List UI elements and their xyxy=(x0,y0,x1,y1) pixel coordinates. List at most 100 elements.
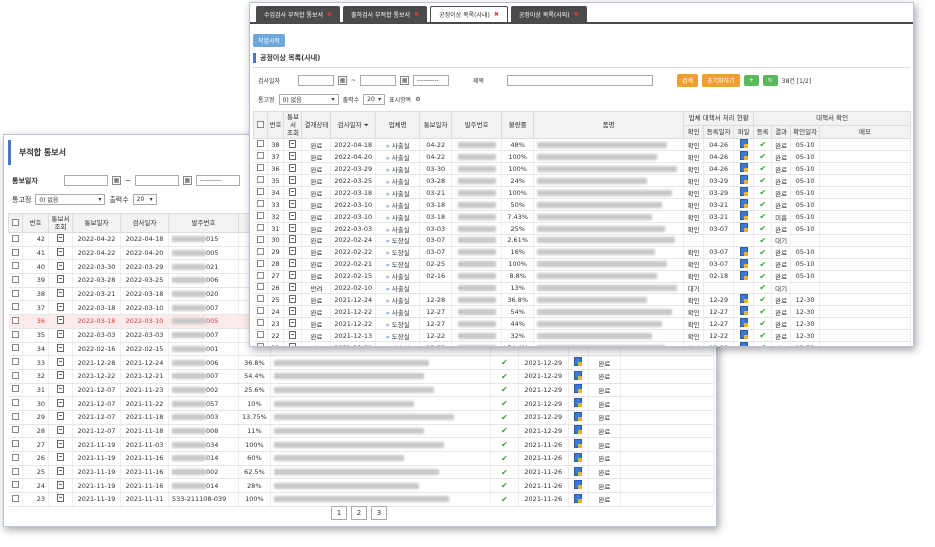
row-checkbox[interactable] xyxy=(256,176,264,183)
start-button[interactable]: 작업시작 xyxy=(253,34,286,47)
table-row[interactable]: 31 2021-12-07 2021-11-23 002 25.6% ✔ 2021-12-2… xyxy=(8,383,715,398)
count-select[interactable]: 20 ▾ xyxy=(363,94,386,105)
row-checkbox[interactable] xyxy=(256,224,264,231)
document-icon[interactable] xyxy=(57,316,64,325)
document-icon[interactable] xyxy=(57,480,64,489)
file-icon[interactable] xyxy=(739,258,748,268)
date-to-input[interactable] xyxy=(360,75,397,86)
table-row[interactable]: 33 완료 2022-03-10» 사출실 03-18 50% 확인 03-21 ✔ 완료 05-… xyxy=(253,198,911,211)
row-checkbox[interactable] xyxy=(11,248,19,256)
document-icon[interactable] xyxy=(289,235,297,244)
table-row[interactable]: 27 2021-11-19 2021-11-03 034 100% ✔ 2021-11-26… xyxy=(8,437,715,452)
file-icon[interactable] xyxy=(739,318,748,327)
document-icon[interactable] xyxy=(57,412,64,421)
file-icon[interactable] xyxy=(574,425,583,435)
row-checkbox[interactable] xyxy=(256,295,264,302)
select-all-checkbox[interactable] xyxy=(256,120,264,128)
close-icon[interactable]: ✖ xyxy=(327,11,332,18)
row-checkbox[interactable] xyxy=(256,235,264,243)
file-icon[interactable] xyxy=(574,370,583,380)
row-checkbox[interactable] xyxy=(11,330,19,338)
row-checkbox[interactable] xyxy=(11,303,19,311)
row-checkbox[interactable] xyxy=(11,426,19,434)
table-row[interactable]: 29 완료 2022-02-22» 도장실 03-07 16% 확인 03-07 ✔ 완료 05-… xyxy=(253,246,911,259)
table-row[interactable]: 34 완료 2022-03-18» 사출실 03-21 100% 확인 03-29 ✔ 완료 05… xyxy=(253,186,911,199)
tab-2[interactable]: 출하검사 부적합 통보서 ✖ xyxy=(343,6,428,22)
file-icon[interactable] xyxy=(739,187,748,196)
table-row[interactable]: 29 2021-12-07 2021-11-18 003 13.75% ✔ 2021-12-… xyxy=(8,410,715,425)
table-row[interactable]: 32 완료 2022-03-10» 사출실 03-18 7.43% 확인 03-21 ✔ 미흡 0… xyxy=(253,210,911,223)
table-row[interactable]: 32 2021-12-22 2021-12-21 007 54.4% ✔ 2021-12-2… xyxy=(8,369,715,384)
document-icon[interactable] xyxy=(289,187,297,196)
document-icon[interactable] xyxy=(57,453,64,462)
file-icon[interactable] xyxy=(739,294,748,303)
row-checkbox[interactable] xyxy=(256,319,264,326)
document-icon[interactable] xyxy=(289,199,297,208)
row-checkbox[interactable] xyxy=(256,343,264,346)
row-checkbox[interactable] xyxy=(11,440,19,448)
file-icon[interactable] xyxy=(739,139,748,148)
table-row[interactable]: 28 2021-12-07 2021-11-18 008 11% ✔ 2021-12-29 완… xyxy=(8,424,715,439)
close-icon[interactable]: ✖ xyxy=(574,11,579,18)
table-row[interactable]: 21완료2021-12-21» 사출실12-2254.4%확인12-29✔완료1… xyxy=(253,341,911,346)
file-icon[interactable] xyxy=(739,270,748,280)
document-icon[interactable] xyxy=(57,357,64,366)
row-checkbox[interactable] xyxy=(11,399,19,407)
file-icon[interactable] xyxy=(739,199,748,208)
file-icon[interactable] xyxy=(574,411,583,421)
calendar-icon[interactable]: ▦ xyxy=(112,176,121,185)
filter-icon[interactable]: ⏷ xyxy=(364,121,369,129)
close-icon[interactable]: ✖ xyxy=(414,11,419,18)
document-icon[interactable] xyxy=(57,398,64,407)
row-checkbox[interactable] xyxy=(11,371,19,379)
table-row[interactable]: 35 완료 2022-03-25» 사출실 03-28 24% 확인 03-29 ✔ 완료 05-… xyxy=(253,174,911,187)
table-row[interactable]: 28 완료 2022-02-21» 도장실 02-25 100% 확인 03-07 ✔ 완료 05… xyxy=(253,258,911,271)
table-row[interactable]: 30 2021-12-07 2021-11-22 057 10% ✔ 2021-12-29 완… xyxy=(8,396,715,411)
file-icon[interactable] xyxy=(574,466,583,476)
document-icon[interactable] xyxy=(57,248,64,257)
file-icon[interactable] xyxy=(574,357,583,367)
type-select[interactable]: ---------- xyxy=(413,75,450,86)
document-icon[interactable] xyxy=(289,271,297,279)
date-to-input[interactable] xyxy=(134,175,179,186)
row-checkbox[interactable] xyxy=(11,275,19,283)
table-row[interactable]: 24 2021-11-19 2021-11-16 014 28% ✔ 2021-11-26 완… xyxy=(8,478,715,494)
type-select[interactable]: ---------- xyxy=(195,175,240,186)
table-row[interactable]: 36 완료 2022-03-29» 사출실 03-30 100% 확인 04-26 ✔ 완료 05… xyxy=(253,162,911,175)
document-icon[interactable] xyxy=(289,211,297,220)
document-icon[interactable] xyxy=(57,234,64,243)
file-icon[interactable] xyxy=(739,163,748,172)
add-button[interactable]: + xyxy=(743,75,759,86)
search-button[interactable]: 검색 xyxy=(677,74,699,87)
file-icon[interactable] xyxy=(739,330,748,339)
table-row[interactable]: 22 완료 2021-12-13» 도장실 12-22 32% 확인 12-22 ✔ 완료 12-… xyxy=(253,329,911,342)
table-row[interactable]: 25 2021-11-19 2021-11-16 002 62.5% ✔ 2021-11-2… xyxy=(8,465,715,480)
row-checkbox[interactable] xyxy=(11,453,19,461)
document-icon[interactable] xyxy=(289,330,297,339)
file-icon[interactable] xyxy=(739,246,748,256)
row-checkbox[interactable] xyxy=(11,262,19,270)
file-icon[interactable] xyxy=(574,398,583,408)
file-icon[interactable] xyxy=(574,480,583,490)
file-icon[interactable] xyxy=(739,342,748,346)
gear-icon[interactable]: ⚙ xyxy=(415,96,420,103)
table-row[interactable]: 23 완료 2021-12-22» 도장실 12-27 44% 확인 12-27 ✔ 완료 12-… xyxy=(253,317,911,330)
file-icon[interactable] xyxy=(739,306,748,315)
table-row[interactable]: 25 완료 2021-12-24» 사출실 12-28 36.8% 확인 12-29 ✔ 완료 1… xyxy=(253,293,911,306)
document-icon[interactable] xyxy=(57,467,64,476)
document-icon[interactable] xyxy=(57,275,64,284)
document-icon[interactable] xyxy=(289,139,297,148)
calendar-icon[interactable]: ▦ xyxy=(182,176,192,185)
row-checkbox[interactable] xyxy=(256,331,264,338)
reset-button[interactable]: 초기화하기 xyxy=(702,74,740,87)
row-checkbox[interactable] xyxy=(11,234,19,242)
document-icon[interactable] xyxy=(289,223,297,232)
notice-select[interactable]: 0) 없음 ▾ xyxy=(278,94,339,105)
date-from-input[interactable] xyxy=(298,75,334,86)
display-items-label[interactable]: 표시항목 xyxy=(389,95,411,104)
tab-4[interactable]: 공정이상 목록(사외) ✖ xyxy=(510,6,587,22)
document-icon[interactable] xyxy=(57,343,64,352)
table-row[interactable]: 23 2021-11-19 2021-11-11 533-211108-039 100%… xyxy=(8,492,715,507)
document-icon[interactable] xyxy=(289,342,297,346)
row-checkbox[interactable] xyxy=(256,140,264,147)
